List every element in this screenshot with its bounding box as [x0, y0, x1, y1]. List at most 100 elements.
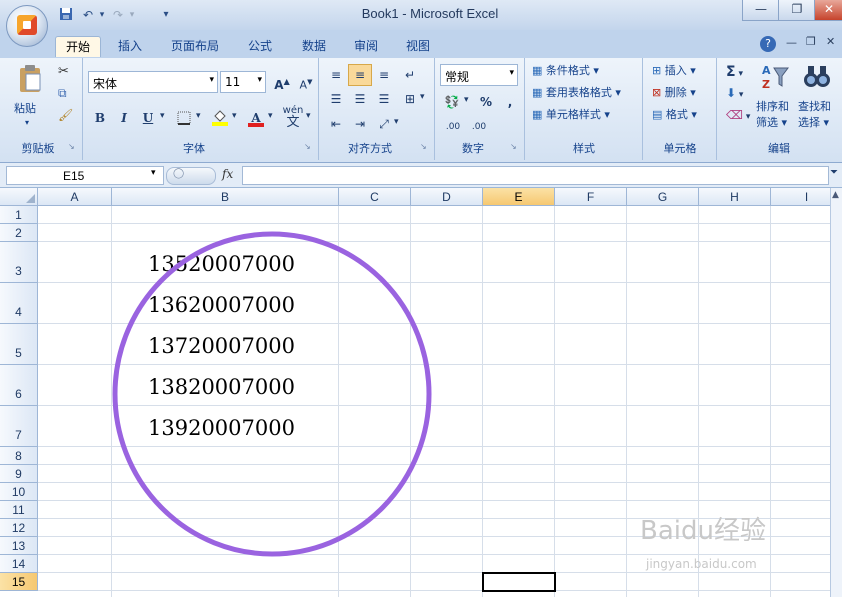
merge-dropdown-icon[interactable]: ▾: [420, 92, 425, 102]
tab-view[interactable]: 视图: [396, 36, 440, 56]
orientation-icon[interactable]: ⤢: [372, 113, 396, 135]
align-middle-icon[interactable]: ≡: [348, 64, 372, 86]
autosum-button[interactable]: Σ ▾: [726, 64, 743, 80]
alignment-group: ≡ ≡ ≡ ↵ ☰ ☰ ☰ ⊞ ▾ ⇤ ⇥ ⤢ ▾ 对齐方式 ↘: [320, 58, 435, 160]
ribbon-minimize-icon[interactable]: —: [786, 36, 797, 49]
close-button[interactable]: ✕: [814, 0, 842, 21]
font-color-dropdown-icon[interactable]: ▾: [268, 111, 273, 121]
alignment-group-label: 对齐方式: [348, 142, 392, 155]
alignment-launcher-icon[interactable]: ↘: [420, 142, 427, 151]
formula-input[interactable]: [242, 166, 829, 185]
phonetic-dropdown-icon[interactable]: ▾: [306, 111, 311, 121]
align-center-icon[interactable]: ☰: [348, 88, 372, 110]
wrap-text-icon[interactable]: ↵: [398, 64, 422, 86]
borders-button[interactable]: [172, 107, 196, 129]
format-painter-icon[interactable]: 🖌: [58, 108, 73, 122]
copy-icon[interactable]: ⧉: [58, 86, 67, 101]
orientation-dropdown-icon[interactable]: ▾: [394, 117, 399, 127]
fill-button[interactable]: ⬇ ▾: [726, 86, 743, 100]
fill-color-button[interactable]: [208, 107, 232, 129]
grow-font-button[interactable]: A▲: [270, 71, 294, 93]
ribbon-close-icon[interactable]: ✕: [826, 35, 835, 48]
find-select-button[interactable]: 查找和 选择 ▾: [798, 62, 838, 132]
name-box-value: E15: [63, 169, 85, 183]
annotation-ellipse: [112, 231, 432, 557]
clipboard-launcher-icon[interactable]: ↘: [68, 142, 75, 151]
bold-button[interactable]: B: [88, 107, 112, 129]
svg-text:Z: Z: [762, 78, 770, 91]
underline-button[interactable]: U: [136, 107, 160, 129]
comma-style-button[interactable]: ,: [498, 91, 522, 113]
font-group: 宋体 ▾ 11 ▾ A▲ A▼ B I U ▾ ▾ ▾ A ▾ wén 文 ▾ …: [84, 58, 319, 160]
save-icon[interactable]: [58, 7, 74, 23]
clear-button[interactable]: ⌫ ▾: [726, 108, 750, 122]
paste-icon: [20, 65, 41, 92]
conditional-formatting-button[interactable]: ▦ 条件格式 ▾: [532, 64, 599, 78]
merge-center-icon[interactable]: ⊞: [398, 88, 422, 110]
increase-decimal-button[interactable]: .00: [440, 116, 466, 138]
align-top-icon[interactable]: ≡: [324, 64, 348, 86]
shrink-font-button[interactable]: A▼: [294, 71, 318, 93]
chevron-down-icon: ▾: [209, 75, 214, 85]
font-size-value: 11: [225, 75, 241, 89]
chevron-down-icon: ▾: [509, 68, 514, 78]
format-cells-button[interactable]: ▤ 格式 ▾: [652, 108, 697, 122]
font-launcher-icon[interactable]: ↘: [304, 142, 311, 151]
sort-filter-icon: AZ: [762, 64, 789, 91]
tab-review[interactable]: 审阅: [344, 36, 388, 56]
align-bottom-icon[interactable]: ≡: [372, 64, 396, 86]
percent-style-button[interactable]: %: [474, 91, 498, 113]
format-as-table-button[interactable]: ▦ 套用表格格式 ▾: [532, 86, 621, 100]
fill-color-icon: [212, 110, 228, 126]
font-size-combo[interactable]: 11 ▾: [220, 71, 266, 93]
tab-data[interactable]: 数据: [292, 36, 336, 56]
italic-button[interactable]: I: [112, 107, 136, 129]
maximize-button[interactable]: ❐: [778, 0, 816, 21]
phonetic-guide-button[interactable]: wén 文: [280, 104, 306, 132]
insert-function-button[interactable]: fx: [222, 167, 233, 181]
tab-insert[interactable]: 插入: [108, 36, 152, 56]
active-cell-e15[interactable]: [482, 572, 556, 592]
undo-dropdown-icon[interactable]: ▾: [94, 7, 110, 23]
office-button[interactable]: [6, 5, 48, 47]
fill-color-dropdown-icon[interactable]: ▾: [232, 111, 237, 121]
sort-filter-label-1: 排序和: [756, 100, 789, 113]
redo-dropdown-icon[interactable]: ▾: [124, 7, 140, 23]
customize-qat-icon[interactable]: ▾: [158, 7, 174, 23]
clipboard-group-label: 剪贴板: [21, 142, 55, 155]
number-launcher-icon[interactable]: ↘: [510, 142, 517, 151]
number-format-combo[interactable]: 常规 ▾: [440, 64, 518, 86]
decrease-decimal-button[interactable]: .00: [466, 116, 492, 138]
cell-styles-button[interactable]: ▦ 单元格样式 ▾: [532, 108, 610, 122]
borders-dropdown-icon[interactable]: ▾: [196, 111, 201, 121]
align-right-icon[interactable]: ☰: [372, 88, 396, 110]
scroll-up-icon[interactable]: ▲: [832, 190, 839, 200]
vertical-scrollbar[interactable]: ▲: [830, 188, 842, 597]
watermark-brand: Baidu经验: [640, 516, 766, 546]
font-name-combo[interactable]: 宋体 ▾: [88, 71, 218, 93]
accounting-format-icon[interactable]: 💱: [440, 91, 464, 113]
expand-formula-bar-icon[interactable]: ⏷: [830, 167, 838, 178]
delete-cells-button[interactable]: ⊠ 删除 ▾: [652, 86, 696, 100]
underline-dropdown-icon[interactable]: ▾: [160, 111, 165, 121]
increase-indent-icon[interactable]: ⇥: [348, 113, 372, 135]
font-color-button[interactable]: A: [244, 107, 268, 129]
editing-group-label: 编辑: [768, 142, 790, 155]
align-left-icon[interactable]: ☰: [324, 88, 348, 110]
paste-button[interactable]: 粘贴 ▾: [12, 62, 46, 127]
tab-formulas[interactable]: 公式: [238, 36, 282, 56]
ribbon-restore-icon[interactable]: ❐: [806, 35, 816, 48]
formula-bar-splitter[interactable]: ◯: [166, 167, 216, 185]
sort-filter-button[interactable]: AZ 排序和 筛选 ▾: [756, 62, 796, 132]
tab-page-layout[interactable]: 页面布局: [162, 36, 228, 56]
tab-home[interactable]: 开始: [55, 36, 101, 57]
name-box[interactable]: E15 ▾: [6, 166, 164, 185]
minimize-button[interactable]: —: [742, 0, 780, 21]
accounting-dropdown-icon[interactable]: ▾: [464, 95, 469, 105]
insert-cells-button[interactable]: ⊞ 插入 ▾: [652, 64, 696, 78]
help-icon[interactable]: ?: [760, 36, 776, 52]
decrease-indent-icon[interactable]: ⇤: [324, 113, 348, 135]
font-group-label: 字体: [183, 142, 205, 155]
cut-icon[interactable]: ✂: [58, 64, 69, 79]
office-logo-icon: [17, 15, 37, 35]
